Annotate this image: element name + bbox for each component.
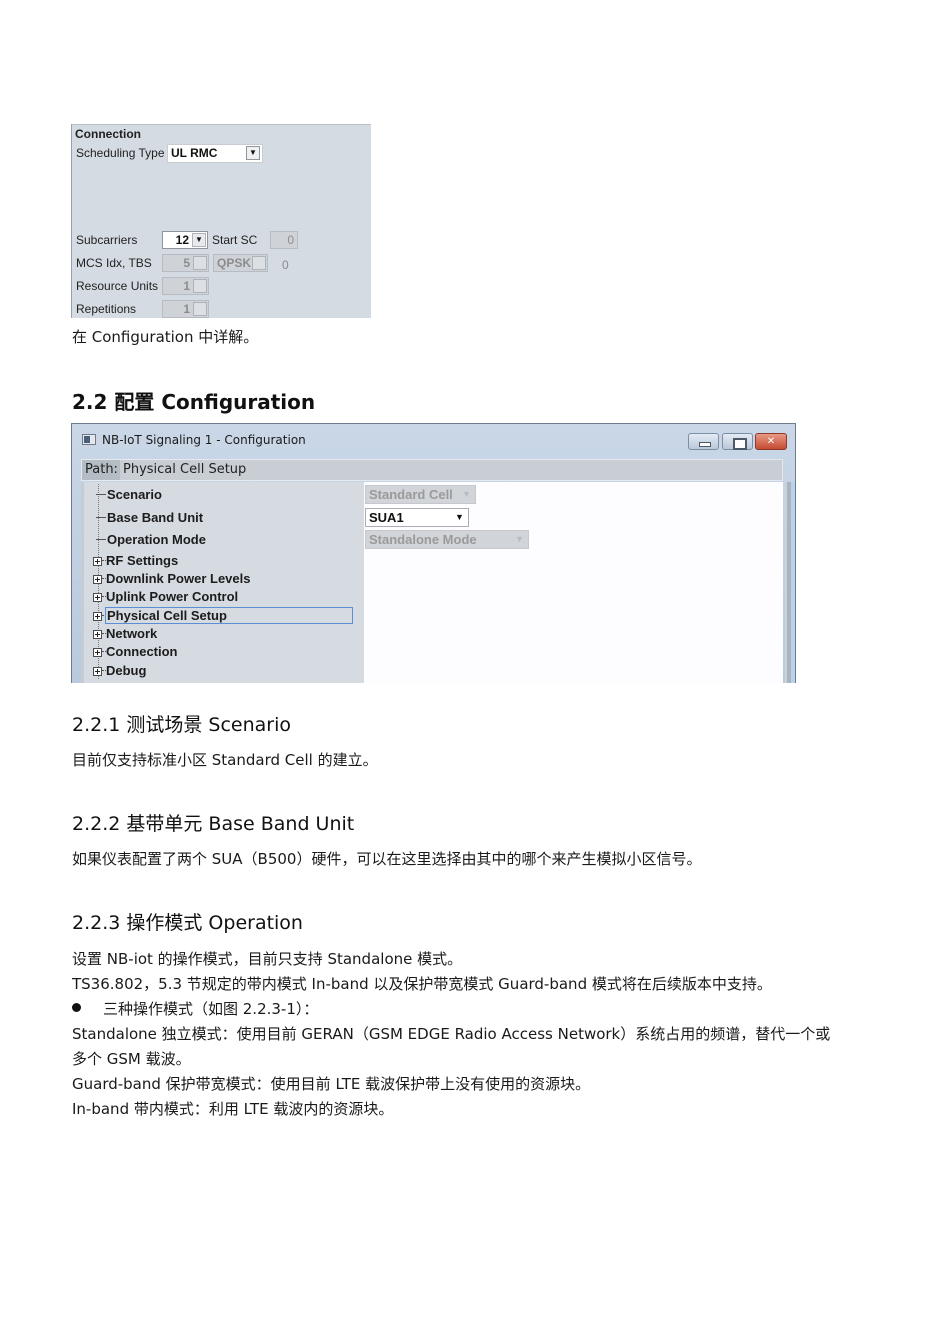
scenario-value: Standard Cell [369,487,453,502]
configuration-content: Scenario Base Band Unit Operation Mode R… [81,482,783,683]
tree-item-label: Connection [106,644,178,659]
start-sc-label: Start SC [212,233,258,247]
repetitions-select: 1 [162,300,209,318]
mcs-index-select: 5 [162,254,209,272]
scheduling-type-label: Scheduling Type [76,146,165,160]
tree-item-base-band-unit[interactable]: Base Band Unit [96,509,203,527]
window-title: NB-IoT Signaling 1 - Configuration [102,433,306,447]
paragraph-configuration-note: 在 Configuration 中详解。 [72,328,259,346]
expand-icon[interactable] [93,557,102,566]
expand-icon[interactable] [93,593,102,602]
tree-item-label: Base Band Unit [107,510,204,525]
expand-icon[interactable] [93,612,102,621]
bullet-text: 三种操作模式（如图 2.2.3-1）： [103,1000,319,1018]
bullet-icon [72,1003,81,1012]
subcarriers-label: Subcarriers [76,233,138,247]
start-sc-field: 0 [270,231,298,249]
paragraph-base-band-unit: 如果仪表配置了两个 SUA（B500）硬件，可以在这里选择由其中的哪个来产生模拟… [72,850,702,868]
tree-item-label: Network [106,626,158,641]
expand-icon[interactable] [93,667,102,676]
window-right-border [785,482,795,683]
tree-item-scenario[interactable]: Scenario [96,486,162,504]
tree-branch-line [96,539,106,540]
tree-item-label: Operation Mode [107,532,206,547]
section-heading-2-2-3: 2.2.3 操作模式 Operation [72,912,303,934]
paragraph-standalone-1: Standalone 独立模式：使用目前 GERAN（GSM EDGE Radi… [72,1025,831,1043]
modulation-value: QPSK [217,256,252,270]
tree-item-operation-mode[interactable]: Operation Mode [96,531,206,549]
window-titlebar[interactable]: NB-IoT Signaling 1 - Configuration ✕ [72,424,795,456]
expand-icon[interactable] [93,648,102,657]
chevron-down-icon: ▼ [192,233,206,247]
subcarriers-value: 12 [175,233,189,247]
start-sc-value: 0 [287,233,294,247]
connection-settings-screenshot: Connection Scheduling Type UL RMC ▼ Subc… [71,124,371,318]
minimize-button[interactable] [688,433,719,450]
tree-item-uplink-power-control[interactable]: Uplink Power Control [93,588,238,606]
chevron-down-icon [252,256,266,270]
tree-item-label: RF Settings [106,553,179,568]
scheduling-type-select[interactable]: UL RMC ▼ [167,144,263,163]
section-heading-2-2-2: 2.2.2 基带单元 Base Band Unit [72,813,355,835]
tree-item-label: Physical Cell Setup [105,607,353,624]
path-value: Physical Cell Setup [120,460,782,480]
maximize-button[interactable] [722,433,753,450]
resource-units-select: 1 [162,277,209,295]
paragraph-operation-mode: 设置 NB-iot 的操作模式，目前只支持 Standalone 模式。 [72,950,463,968]
tree-branch-line [96,494,106,495]
tree-item-network[interactable]: Network [93,625,157,643]
tree-item-label: Debug [106,663,147,678]
settings-tree: Scenario Base Band Unit Operation Mode R… [81,482,364,683]
close-button[interactable]: ✕ [755,433,787,450]
resource-units-value: 1 [183,279,190,293]
base-band-unit-value: SUA1 [369,510,404,525]
subcarriers-select[interactable]: 12 ▼ [162,231,208,249]
section-heading-2-2-1: 2.2.1 测试场景 Scenario [72,714,292,736]
section-heading-2-2: 2.2 配置 Configuration [72,390,316,414]
scheduling-type-value: UL RMC [171,146,218,160]
expand-icon[interactable] [93,630,102,639]
operation-mode-select: Standalone Mode ▼ [365,530,529,549]
tree-item-connection[interactable]: Connection [93,643,178,661]
paragraph-in-band: In-band 带内模式：利用 LTE 载波内的资源块。 [72,1100,394,1118]
paragraph-scenario: 目前仅支持标准小区 Standard Cell 的建立。 [72,751,378,769]
paragraph-standalone-2: 多个 GSM 载波。 [72,1050,191,1068]
repetitions-label: Repetitions [76,302,137,316]
close-icon: ✕ [766,436,776,447]
repetitions-value: 1 [183,302,190,316]
path-label: Path: [85,462,118,477]
mcs-label: MCS Idx, TBS [76,256,152,270]
tree-item-physical-cell-setup[interactable]: Physical Cell Setup [93,607,353,625]
scenario-select: Standard Cell ▼ [365,485,476,504]
modulation-select: QPSK [213,254,268,272]
connection-title: Connection [75,127,141,141]
chevron-down-icon [193,302,207,316]
bullet-item: 三种操作模式（如图 2.2.3-1）： [72,998,318,1019]
base-band-unit-select[interactable]: SUA1 ▼ [365,508,469,527]
mcs-index-value: 5 [183,256,190,270]
operation-mode-value: Standalone Mode [369,532,477,547]
expand-icon[interactable] [93,575,102,584]
chevron-down-icon [193,256,207,270]
tree-item-label: Uplink Power Control [106,589,239,604]
configuration-window: NB-IoT Signaling 1 - Configuration ✕ Pat… [71,423,796,683]
chevron-down-icon: ▼ [515,534,524,544]
path-bar: Path: Physical Cell Setup [81,459,783,481]
tbs-value: 0 [282,258,289,272]
tree-item-label: Scenario [107,487,162,502]
chevron-down-icon: ▼ [455,512,464,522]
paragraph-guard-band: Guard-band 保护带宽模式：使用目前 LTE 载波保护带上没有使用的资源… [72,1075,591,1093]
tree-item-rf-settings[interactable]: RF Settings [93,552,178,570]
chevron-down-icon: ▼ [246,146,260,160]
tree-item-label: Downlink Power Levels [106,571,251,586]
chevron-down-icon: ▼ [462,489,471,499]
paragraph-future-modes: TS36.802，5.3 节规定的带内模式 In-band 以及保护带宽模式 G… [72,975,772,993]
resource-units-label: Resource Units [76,279,159,293]
chevron-down-icon [193,279,207,293]
tree-item-debug[interactable]: Debug [93,662,146,680]
tree-item-downlink-power-levels[interactable]: Downlink Power Levels [93,570,251,588]
tree-branch-line [96,517,106,518]
app-window-icon [82,434,96,445]
